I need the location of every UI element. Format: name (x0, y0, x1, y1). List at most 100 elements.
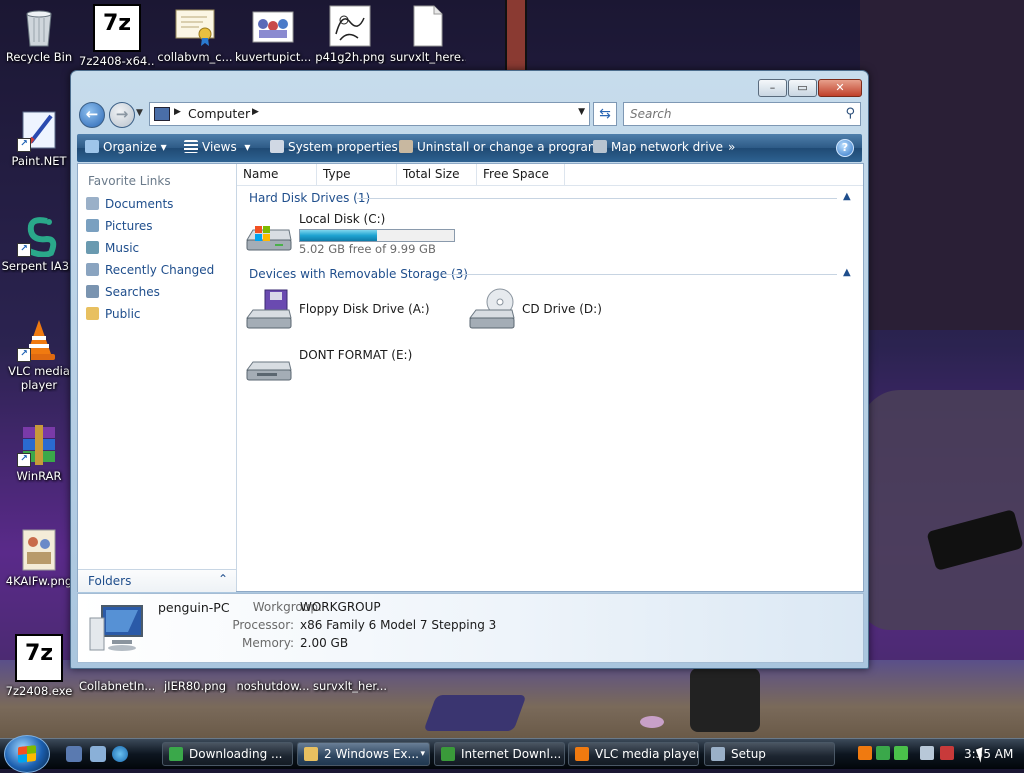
desktop-icon-serpent[interactable]: ↗ Serpent IA32 (1, 213, 77, 273)
search-input[interactable] (628, 105, 832, 123)
volume-muted-icon[interactable] (940, 746, 954, 760)
drive-local-disk-c[interactable]: Local Disk (C:) 5.02 GB free of 9.99 GB (245, 212, 465, 258)
desktop-icon-vlc[interactable]: ↗ VLC media player (1, 318, 77, 392)
close-button[interactable]: ✕ (818, 79, 862, 97)
clock[interactable]: 3:55 AM (964, 747, 1013, 761)
address-bar[interactable]: ▶ Computer ▶ ▼ (149, 102, 590, 126)
shortcut-arrow-icon: ↗ (17, 243, 31, 257)
breadcrumb-arrow-icon[interactable]: ▶ (252, 107, 259, 117)
breadcrumb-computer[interactable]: Computer (188, 106, 250, 121)
floppy-drive-icon (245, 288, 293, 332)
drive-floppy-a[interactable]: Floppy Disk Drive (A:) (245, 288, 445, 334)
desktop-icon-label: Recycle Bin (5, 50, 73, 64)
maximize-button[interactable]: ▭ (788, 79, 817, 97)
drive-usage-bar (299, 229, 455, 242)
7zip-icon: 7z (93, 4, 141, 52)
desktop-icon-label: Serpent IA32 (1, 259, 77, 273)
desktop-icon-4kaifw[interactable]: 4KAIFw.png (1, 528, 77, 588)
desktop-icon-paintnet[interactable]: ↗ Paint.NET (1, 108, 77, 168)
desktop-icon-label: 7z2408-x64.... (79, 54, 155, 68)
removable-drive-icon (245, 342, 293, 386)
network-tray-icon[interactable] (894, 746, 908, 760)
chevron-up-icon: ⌃ (217, 572, 228, 586)
monitor-tray-icon[interactable] (920, 746, 934, 760)
wallpaper-shadow (860, 0, 1024, 330)
programs-icon (399, 140, 413, 153)
column-total-size[interactable]: Total Size (397, 164, 477, 185)
column-free-space[interactable]: Free Space (477, 164, 565, 185)
map-network-drive-button[interactable]: Map network drive (593, 140, 723, 154)
desktop-icon-label: kuvertupict... (235, 50, 311, 64)
command-bar: Organize ▾ Views ▾ System properties Uni… (77, 134, 862, 162)
fav-link-music[interactable]: Music (86, 241, 139, 259)
desktop-icon-7z2408[interactable]: 7z 7z2408.exe (1, 634, 77, 698)
back-button[interactable]: ← (79, 102, 105, 128)
desktop-icon-p41g2h[interactable]: p41g2h.png (312, 4, 388, 64)
forward-button[interactable]: → (109, 102, 135, 128)
show-desktop-icon[interactable] (66, 746, 82, 762)
task-windows-explorer[interactable]: 2 Windows Ex... ▾ (297, 742, 430, 766)
uninstall-program-button[interactable]: Uninstall or change a program (399, 140, 600, 154)
system-tray: 3:55 AM (854, 741, 1024, 767)
fav-link-documents[interactable]: Documents (86, 197, 173, 215)
refresh-button[interactable]: ⇆ (593, 102, 617, 126)
image-file-icon (328, 4, 372, 48)
desktop-icon-label: jIER80.png (163, 679, 227, 693)
fav-link-pictures[interactable]: Pictures (86, 219, 153, 237)
drive-dont-format-e[interactable]: DONT FORMAT (E:) (245, 342, 445, 382)
network-drive-icon (593, 140, 607, 153)
drive-cd-d[interactable]: CD Drive (D:) (468, 288, 648, 334)
start-button[interactable] (4, 735, 50, 773)
desktop-icon-survxlt[interactable]: survxlt_here... (390, 4, 466, 64)
vlc-tray-icon[interactable] (858, 746, 872, 760)
wallpaper-can (690, 668, 760, 732)
desktop-icon-recycle-bin[interactable]: Recycle Bin (1, 4, 77, 64)
desktop-icon-collabvm-cert[interactable]: collabvm_c... (157, 4, 233, 64)
search-icon[interactable]: ⚲ (845, 106, 855, 121)
folders-toggle[interactable]: Folders ⌃ (78, 569, 236, 592)
task-internet-download[interactable]: Internet Downl... (434, 742, 565, 766)
search-box[interactable]: ⚲ (623, 102, 861, 126)
desktop-icon-kuvertupict[interactable]: kuvertupict... (235, 4, 311, 64)
desktop-icon-label: 7z2408.exe (5, 684, 73, 698)
documents-icon (86, 197, 99, 210)
column-type[interactable]: Type (317, 164, 397, 185)
fav-link-searches[interactable]: Searches (86, 285, 160, 303)
breadcrumb-arrow-icon[interactable]: ▶ (174, 107, 181, 117)
recent-pages-dropdown-icon[interactable]: ▼ (136, 108, 143, 118)
vlc-cone-icon: ↗ (17, 318, 61, 362)
address-dropdown-icon[interactable]: ▼ (578, 107, 585, 117)
desktop-icon-label: survxlt_here... (390, 50, 466, 64)
paintnet-icon: ↗ (17, 108, 61, 152)
folders-label: Folders (88, 574, 132, 588)
fav-link-public[interactable]: Public (86, 307, 141, 325)
public-folder-icon (86, 307, 99, 320)
column-name[interactable]: Name (237, 164, 317, 185)
group-removable-storage[interactable]: Devices with Removable Storage (3) (249, 267, 468, 281)
task-setup[interactable]: Setup (704, 742, 835, 766)
task-vlc-media-player[interactable]: VLC media player (568, 742, 699, 766)
fav-link-recently-changed[interactable]: Recently Changed (86, 263, 214, 281)
organize-button[interactable]: Organize ▾ (85, 140, 167, 154)
switch-windows-icon[interactable] (90, 746, 106, 762)
processor-value: x86 Family 6 Model 7 Stepping 3 (300, 618, 497, 632)
collapse-chevron-icon[interactable]: ▲ (843, 191, 851, 202)
desktop-icon-label: 4KAIFw.png (5, 574, 73, 588)
group-hard-disk-drives[interactable]: Hard Disk Drives (1) (249, 191, 370, 205)
task-downloading[interactable]: Downloading ... (162, 742, 293, 766)
more-commands-button[interactable]: » (728, 140, 735, 154)
minimize-button[interactable]: – (758, 79, 787, 97)
download-tray-icon[interactable] (876, 746, 890, 760)
help-button[interactable]: ? (836, 139, 854, 157)
explorer-window[interactable]: – ▭ ✕ ← → ▼ ▶ Computer ▶ ▼ ⇆ ⚲ Organize … (70, 70, 869, 669)
internet-explorer-icon[interactable] (112, 746, 128, 762)
desktop-icon-winrar[interactable]: ↗ WinRAR (1, 423, 77, 483)
wallpaper-puck (640, 716, 664, 728)
collapse-chevron-icon[interactable]: ▲ (843, 267, 851, 278)
internet-download-icon (441, 747, 455, 761)
views-button[interactable]: Views ▾ (184, 140, 250, 154)
desktop-icon-7z-installer[interactable]: 7z 7z2408-x64.... (79, 4, 155, 68)
pictures-icon (86, 219, 99, 232)
system-properties-button[interactable]: System properties (270, 140, 398, 154)
file-list-pane: Name Type Total Size Free Space Hard Dis… (237, 164, 863, 591)
